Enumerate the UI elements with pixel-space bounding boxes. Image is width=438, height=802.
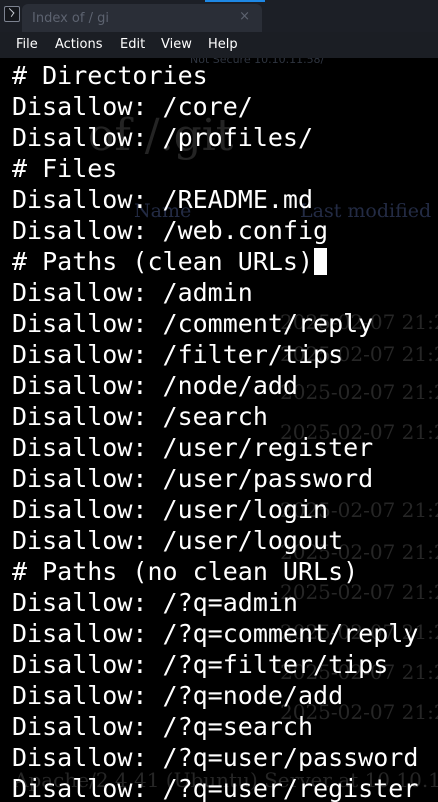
terminal-line: # Paths (clean URLs)	[12, 246, 328, 277]
terminal-line: Disallow: /web.config	[12, 216, 329, 245]
terminal-line: Disallow: /?q=search	[12, 712, 314, 741]
terminal-line: # Files	[12, 154, 118, 183]
tab-close-icon[interactable]: ×	[239, 9, 250, 24]
terminal-line: Disallow: /profiles/	[12, 123, 314, 152]
terminal-line: Disallow: /search	[12, 402, 268, 431]
terminal-line: Disallow: /?q=comment/reply	[12, 619, 419, 648]
terminal-line: Disallow: /?q=node/add	[12, 681, 344, 710]
terminal-app-icon	[4, 6, 20, 22]
terminal-line: Disallow: /user/logout	[12, 526, 344, 555]
tab-title: Index of / gi	[32, 11, 109, 26]
menu-actions[interactable]: Actions	[55, 37, 103, 52]
menu-help[interactable]: Help	[208, 37, 238, 52]
window-titlebar: Index of / gi ×	[0, 0, 438, 32]
terminal-line: Disallow: /filter/tips	[12, 340, 344, 369]
terminal-line: Disallow: /user/password	[12, 464, 374, 493]
terminal-line: Disallow: /?q=user/register	[12, 774, 419, 802]
terminal-line: Disallow: /user/login	[12, 495, 329, 524]
terminal-line: Disallow: /admin	[12, 278, 253, 307]
terminal-line: Disallow: /?q=admin	[12, 588, 298, 617]
menu-edit[interactable]: Edit	[120, 37, 145, 52]
browser-tab[interactable]: Index of / gi ×	[22, 4, 262, 32]
terminal-line: Disallow: /core/	[12, 92, 253, 121]
terminal-line: # Paths (no clean URLs)	[12, 557, 359, 586]
terminal-output[interactable]: # Directories Disallow: /core/ Disallow:…	[0, 58, 438, 802]
terminal-line: Disallow: /?q=filter/tips	[12, 650, 389, 679]
terminal-line: Disallow: /README.md	[12, 185, 314, 214]
active-tab-indicator	[205, 0, 265, 2]
terminal-line: # Directories	[12, 61, 208, 90]
menu-view[interactable]: View	[161, 37, 192, 52]
terminal-line: Disallow: /user/register	[12, 433, 374, 462]
text-cursor	[314, 248, 328, 275]
terminal-line: Disallow: /node/add	[12, 371, 298, 400]
menu-file[interactable]: File	[16, 37, 38, 52]
terminal-line: Disallow: /?q=user/password	[12, 743, 419, 772]
terminal-line: Disallow: /comment/reply	[12, 309, 374, 338]
menubar: File Actions Edit View Help	[0, 32, 438, 58]
